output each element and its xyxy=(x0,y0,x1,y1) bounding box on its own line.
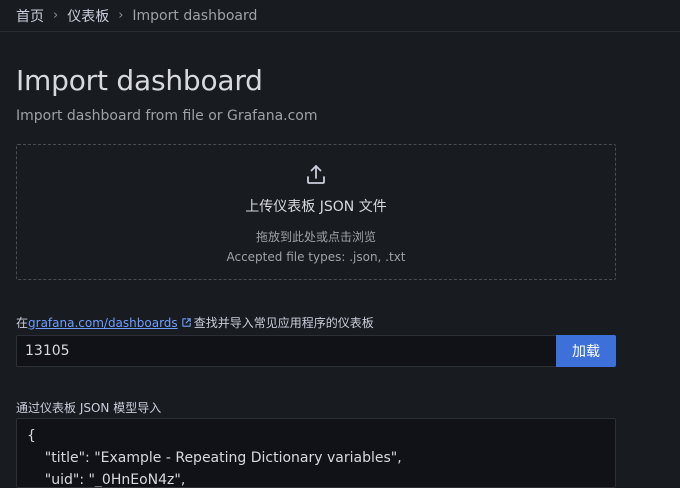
grafana-com-link[interactable]: grafana.com/dashboards xyxy=(28,316,178,330)
breadcrumb-dashboards[interactable]: 仪表板 xyxy=(67,6,109,26)
dropzone-title: 上传仪表板 JSON 文件 xyxy=(245,199,387,215)
json-line: "uid": "_0HnEoN4z", xyxy=(27,472,186,488)
breadcrumb-separator: › xyxy=(53,8,59,23)
page-title: Import dashboard xyxy=(16,64,263,97)
grafana-com-label-suffix: 查找并导入常见应用程序的仪表板 xyxy=(193,316,374,330)
file-dropzone[interactable]: 上传仪表板 JSON 文件 拖放到此处或点击浏览 Accepted file t… xyxy=(16,144,616,280)
grafana-com-label: 在 grafana.com/dashboards 查找并导入常见应用程序的仪表板 xyxy=(16,314,374,331)
dropzone-hint: 拖放到此处或点击浏览 xyxy=(255,230,376,244)
upload-icon xyxy=(307,165,325,184)
breadcrumb-separator: › xyxy=(118,8,124,23)
json-line: "title": "Example - Repeating Dictionary… xyxy=(27,450,402,466)
breadcrumb: 首页 › 仪表板 › Import dashboard xyxy=(0,0,680,32)
json-line: { xyxy=(27,428,36,444)
page-subtitle: Import dashboard from file or Grafana.co… xyxy=(16,108,318,124)
breadcrumb-current: Import dashboard xyxy=(132,7,258,24)
breadcrumb-home[interactable]: 首页 xyxy=(16,6,44,26)
grafana-dashboard-id-input[interactable] xyxy=(16,335,556,367)
grafana-com-label-prefix: 在 xyxy=(16,316,29,330)
json-model-editor[interactable]: { "title": "Example - Repeating Dictiona… xyxy=(16,418,616,488)
load-button[interactable]: 加载 xyxy=(556,335,616,367)
dropzone-accepted-types: Accepted file types: .json, .txt xyxy=(226,250,406,264)
json-model-label: 通过仪表板 JSON 模型导入 xyxy=(16,401,162,415)
external-link-icon xyxy=(181,318,191,327)
